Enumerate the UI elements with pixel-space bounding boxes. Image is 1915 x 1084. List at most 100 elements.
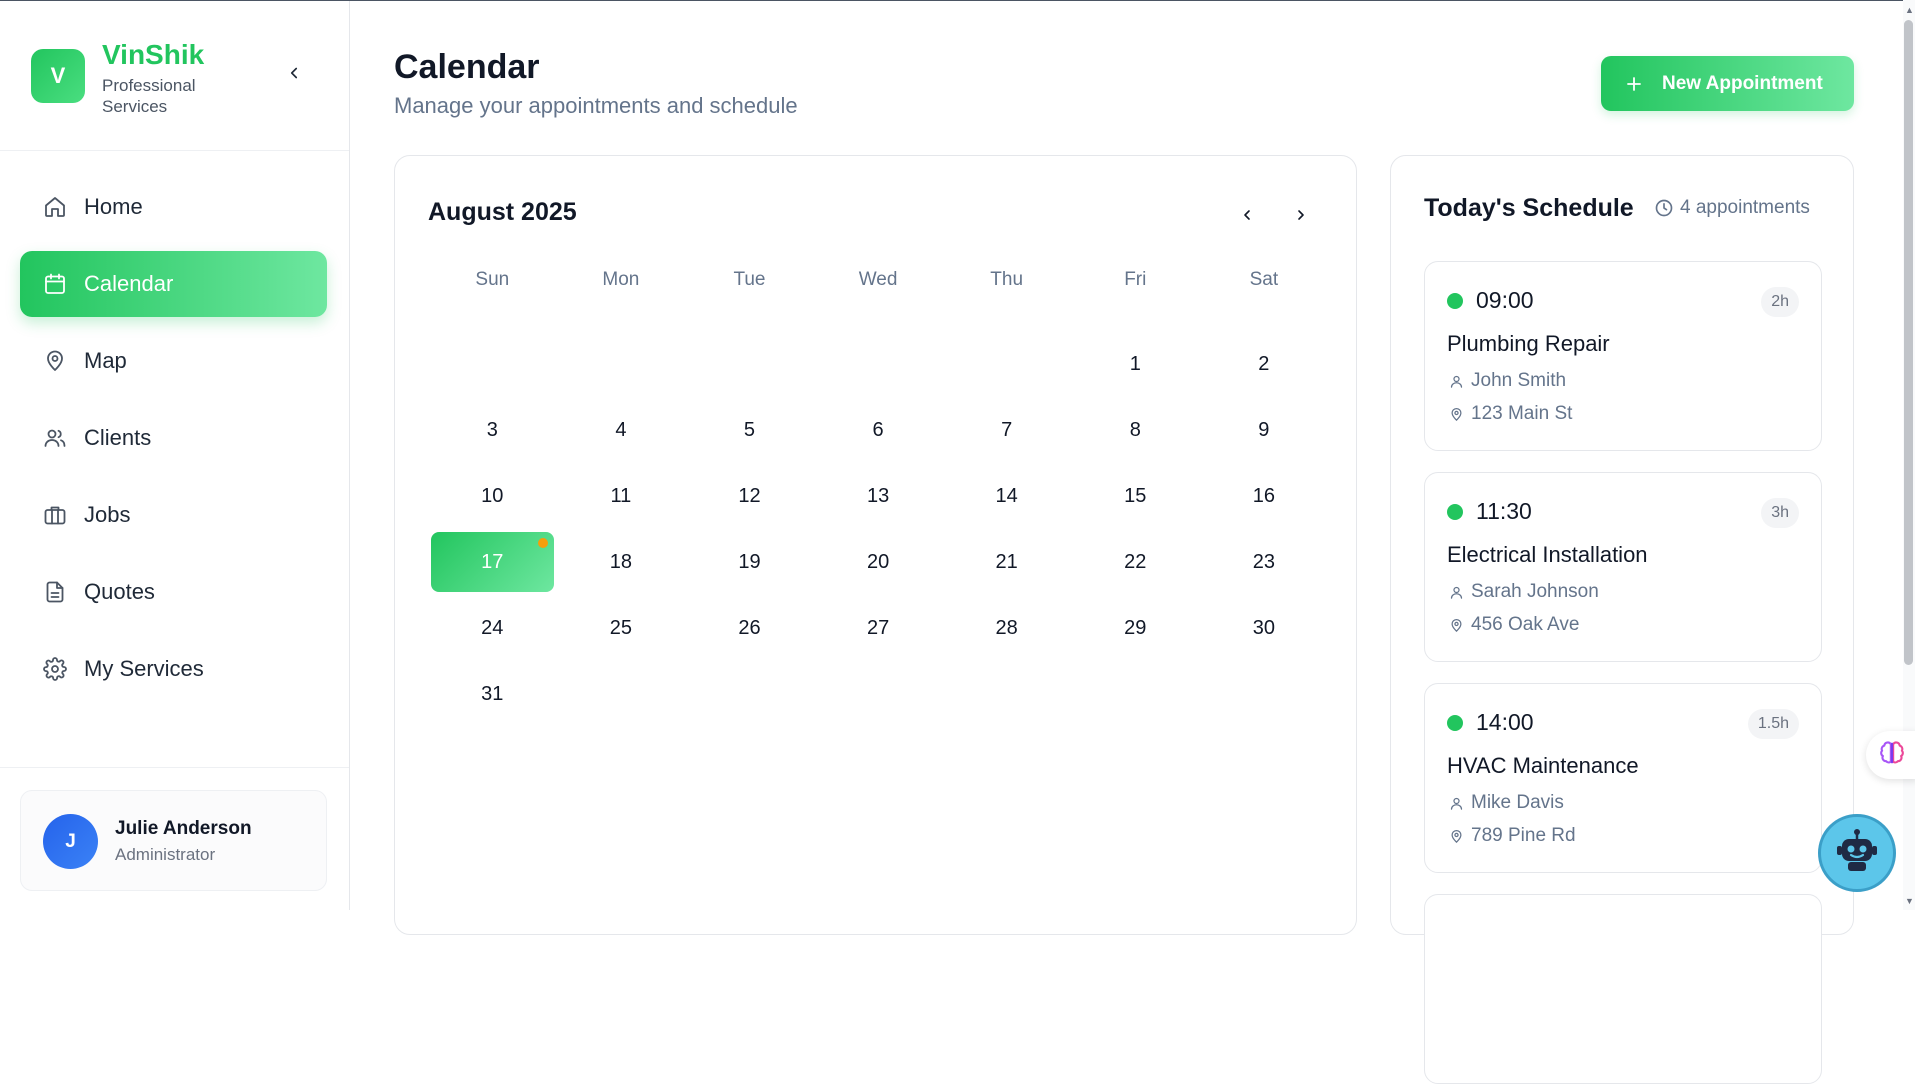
day-number[interactable]: 7 <box>945 400 1068 460</box>
day-selected[interactable]: 17 <box>430 532 554 592</box>
weekday-label: Thu <box>990 269 1024 290</box>
collapse-sidebar-button[interactable] <box>280 61 308 89</box>
day-cell: 11 <box>557 463 686 529</box>
appointment-card[interactable]: 09:00 2h Plumbing Repair John Smith 123 … <box>1424 261 1822 451</box>
client-name: Sarah Johnson <box>1471 581 1599 602</box>
sidebar-item-map[interactable]: Map <box>20 328 327 394</box>
day-number[interactable]: 25 <box>559 598 682 658</box>
appointment-card[interactable]: 11:30 3h Electrical Installation Sarah J… <box>1424 472 1822 662</box>
day-cell: 12 <box>685 463 814 529</box>
weekday-label: Tue <box>733 269 766 290</box>
day-cell: 16 <box>1200 463 1329 529</box>
page-subtitle: Manage your appointments and schedule <box>394 93 798 118</box>
day-number[interactable]: 20 <box>817 532 940 592</box>
gear-icon <box>42 656 68 682</box>
sidebar-item-home[interactable]: Home <box>20 174 327 240</box>
day-number[interactable]: 26 <box>688 598 811 658</box>
day-number[interactable]: 11 <box>559 466 682 526</box>
day-number[interactable]: 12 <box>688 466 811 526</box>
user-icon <box>1447 372 1465 390</box>
day-number[interactable]: 2 <box>1202 334 1325 394</box>
appointment-service: Electrical Installation <box>1447 542 1648 567</box>
day-number[interactable]: 18 <box>559 532 682 592</box>
day-cell: 3 <box>428 397 557 463</box>
appointment-client: Mike Davis <box>1447 792 1564 814</box>
day-number[interactable]: 10 <box>431 466 554 526</box>
day-number[interactable]: 9 <box>1202 400 1325 460</box>
day-number[interactable]: 15 <box>1074 466 1197 526</box>
appointment-card[interactable] <box>1424 894 1822 1084</box>
day-number[interactable]: 27 <box>817 598 940 658</box>
day-number[interactable]: 3 <box>431 400 554 460</box>
day-number[interactable]: 29 <box>1074 598 1197 658</box>
sidebar-item-quotes[interactable]: Quotes <box>20 559 327 625</box>
brain-icon <box>1878 739 1906 772</box>
day-cell: 22 <box>1071 529 1200 595</box>
status-dot <box>1447 715 1463 731</box>
sidebar-item-label: Jobs <box>84 502 131 527</box>
client-name: John Smith <box>1471 370 1567 391</box>
sidebar-item-calendar[interactable]: Calendar <box>20 251 327 317</box>
next-month-button[interactable] <box>1286 202 1316 232</box>
day-cell: 21 <box>942 529 1071 595</box>
day-number[interactable]: 21 <box>945 532 1068 592</box>
appointment-client: John Smith <box>1447 370 1566 392</box>
briefcase-icon <box>42 502 68 528</box>
brand-logo[interactable]: V <box>31 49 85 103</box>
month-label: August 2025 <box>428 198 577 226</box>
day-cell: 15 <box>1071 463 1200 529</box>
ai-assistant-toggle[interactable] <box>1866 731 1915 779</box>
appointment-count-label: 4 appointments <box>1680 197 1810 218</box>
day-cell: 30 <box>1200 595 1329 661</box>
day-number[interactable]: 31 <box>431 664 554 724</box>
sidebar-item-label: Quotes <box>84 579 155 604</box>
day-number[interactable]: 5 <box>688 400 811 460</box>
day-cell: 31 <box>428 661 557 727</box>
day-cell: 28 <box>942 595 1071 661</box>
previous-month-button[interactable] <box>1232 202 1262 232</box>
new-appointment-button[interactable]: New Appointment <box>1601 56 1854 111</box>
day-number[interactable]: 28 <box>945 598 1068 658</box>
sidebar-item-jobs[interactable]: Jobs <box>20 482 327 548</box>
day-number[interactable]: 30 <box>1202 598 1325 658</box>
chevron-right-icon <box>1293 207 1309 228</box>
day-number[interactable]: 23 <box>1202 532 1325 592</box>
day-number[interactable]: 22 <box>1074 532 1197 592</box>
day-number[interactable]: 16 <box>1202 466 1325 526</box>
sidebar: V VinShik Professional Services Home Cal… <box>0 1 350 910</box>
day-number[interactable]: 24 <box>431 598 554 658</box>
address-text: 123 Main St <box>1471 403 1573 424</box>
duration-badge: 3h <box>1761 498 1799 528</box>
weekday-label: Wed <box>858 269 898 290</box>
duration-badge: 2h <box>1761 287 1799 317</box>
empty-day-cell <box>557 331 686 397</box>
day-cell: 24 <box>428 595 557 661</box>
appointment-client: Sarah Johnson <box>1447 581 1599 603</box>
chevron-left-icon <box>1239 207 1255 228</box>
chatbot-button[interactable] <box>1818 814 1896 892</box>
calendar-grid: Sun Mon Tue Wed Thu Fri Sat 1 2 3 4 5 6 7 8 9 10 1… <box>428 260 1328 727</box>
user-card[interactable]: J Julie Anderson Administrator <box>20 790 327 891</box>
scroll-up-arrow-icon[interactable]: ▲ <box>1905 6 1914 15</box>
sidebar-item-label: Map <box>84 348 127 373</box>
day-number[interactable]: 8 <box>1074 400 1197 460</box>
sidebar-item-my-services[interactable]: My Services <box>20 636 327 702</box>
day-cell: 14 <box>942 463 1071 529</box>
status-dot <box>1447 504 1463 520</box>
day-number[interactable]: 14 <box>945 466 1068 526</box>
page-title: Calendar <box>394 48 540 86</box>
day-number[interactable]: 1 <box>1074 334 1197 394</box>
appointment-address: 456 Oak Ave <box>1447 614 1579 636</box>
appointment-card[interactable]: 14:00 1.5h HVAC Maintenance Mike Davis 7… <box>1424 683 1822 873</box>
day-number[interactable]: 13 <box>817 466 940 526</box>
sidebar-item-clients[interactable]: Clients <box>20 405 327 471</box>
appointment-address: 789 Pine Rd <box>1447 825 1576 847</box>
day-number[interactable]: 6 <box>817 400 940 460</box>
scrollbar-thumb[interactable] <box>1904 20 1913 665</box>
day-number[interactable]: 19 <box>688 532 811 592</box>
scroll-down-arrow-icon[interactable]: ▼ <box>1905 897 1914 906</box>
day-number[interactable]: 4 <box>559 400 682 460</box>
appointment-service: Plumbing Repair <box>1447 331 1610 356</box>
user-section: J Julie Anderson Administrator <box>0 767 349 910</box>
robot-icon <box>1833 827 1881 880</box>
